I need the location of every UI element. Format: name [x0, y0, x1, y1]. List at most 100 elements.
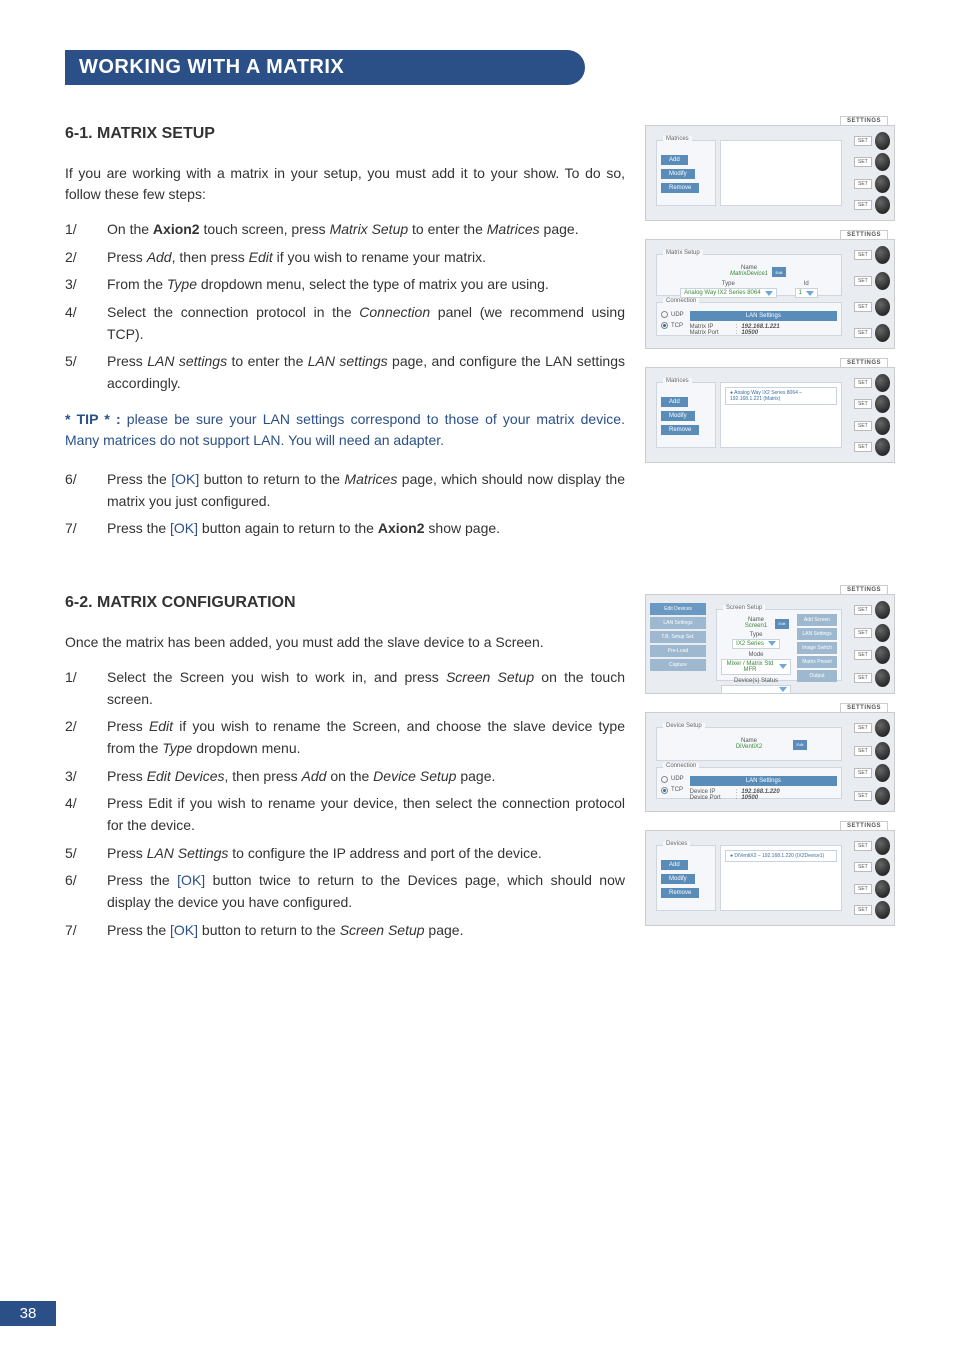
- device-port-value: 10500: [741, 795, 758, 801]
- knob-icon[interactable]: [875, 324, 890, 342]
- edit-icon[interactable]: Edit: [793, 740, 807, 750]
- knob-label[interactable]: SET: [854, 673, 872, 683]
- knob-icon[interactable]: [875, 417, 890, 435]
- settings-tab[interactable]: SETTINGS: [840, 821, 888, 831]
- knob-label[interactable]: SET: [854, 250, 872, 260]
- knob-label[interactable]: SET: [854, 905, 872, 915]
- remove-button[interactable]: Remove: [661, 425, 699, 435]
- knob-icon[interactable]: [875, 742, 890, 760]
- knob-icon[interactable]: [875, 880, 890, 898]
- knob-icon[interactable]: [875, 669, 890, 687]
- knob-icon[interactable]: [875, 646, 890, 664]
- add-button[interactable]: Add: [661, 397, 688, 407]
- knob-label[interactable]: SET: [854, 628, 872, 638]
- knob-label[interactable]: SET: [854, 884, 872, 894]
- modify-button[interactable]: Modify: [661, 169, 695, 179]
- knob-icon[interactable]: [875, 298, 890, 316]
- knob-label[interactable]: SET: [854, 421, 872, 431]
- lan-settings-button[interactable]: LAN Settings: [690, 776, 837, 786]
- knob-label[interactable]: SET: [854, 723, 872, 733]
- panel-title: Connection: [663, 298, 699, 304]
- knob-label[interactable]: SET: [854, 862, 872, 872]
- knob-icon[interactable]: [875, 272, 890, 290]
- tab-edit-devices[interactable]: Edit Devices: [650, 603, 706, 615]
- knob-icon[interactable]: [875, 624, 890, 642]
- remove-button[interactable]: Remove: [661, 888, 699, 898]
- knob-icon[interactable]: [875, 837, 890, 855]
- knob-icon[interactable]: [875, 601, 890, 619]
- knob-icon[interactable]: [875, 153, 890, 171]
- add-button[interactable]: Add: [661, 860, 688, 870]
- knob-label[interactable]: SET: [854, 650, 872, 660]
- knob-icon[interactable]: [875, 787, 890, 805]
- settings-tab[interactable]: SETTINGS: [840, 703, 888, 713]
- knob-label[interactable]: SET: [854, 179, 872, 189]
- knob-label[interactable]: SET: [854, 605, 872, 615]
- tcp-radio[interactable]: TCP: [661, 322, 684, 329]
- knob-icon[interactable]: [875, 764, 890, 782]
- edit-icon[interactable]: Edit: [775, 619, 789, 629]
- knob-label[interactable]: SET: [854, 399, 872, 409]
- list-item[interactable]: ● DiVentiX2 – 192.168.1.220 (IX2Device1): [725, 850, 837, 862]
- panel-title: Matrix Setup: [663, 250, 703, 256]
- step-num: 3/: [65, 274, 107, 296]
- settings-tab[interactable]: SETTINGS: [840, 230, 888, 240]
- mode-dropdown[interactable]: Mixer / Matrix Std MFR: [721, 659, 791, 675]
- knob-icon[interactable]: [875, 901, 890, 919]
- knob-icon[interactable]: [875, 719, 890, 737]
- knob-label[interactable]: SET: [854, 302, 872, 312]
- knob-label[interactable]: SET: [854, 768, 872, 778]
- knob-label[interactable]: SET: [854, 157, 872, 167]
- tab-tb-setup[interactable]: T.B. Setup Set.: [650, 631, 706, 643]
- status-dropdown[interactable]: [721, 685, 791, 694]
- knob-icon[interactable]: [875, 858, 890, 876]
- udp-radio[interactable]: UDP: [661, 776, 684, 783]
- knob-column: SET SET SET SET: [854, 132, 890, 214]
- settings-tab[interactable]: SETTINGS: [840, 585, 888, 595]
- page: WORKING WITH A MATRIX 6-1. MATRIX SETUP …: [0, 0, 954, 1350]
- knob-label[interactable]: SET: [854, 328, 872, 338]
- intro-text: Once the matrix has been added, you must…: [65, 632, 625, 653]
- knob-icon[interactable]: [875, 438, 890, 456]
- settings-tab[interactable]: SETTINGS: [840, 116, 888, 126]
- edit-icon[interactable]: Edit: [772, 267, 786, 277]
- modify-button[interactable]: Modify: [661, 874, 695, 884]
- knob-label[interactable]: SET: [854, 442, 872, 452]
- knob-label[interactable]: SET: [854, 841, 872, 851]
- tab-image-switch[interactable]: Image Switch: [797, 642, 837, 654]
- add-button[interactable]: Add: [661, 155, 688, 165]
- id-dropdown[interactable]: 1: [795, 288, 818, 298]
- panel-title: Connection: [663, 763, 699, 769]
- tcp-radio[interactable]: TCP: [661, 787, 684, 794]
- knob-icon[interactable]: [875, 395, 890, 413]
- screenshot-devices-list: SETTINGS Devices Add Modify Remove ● DiV…: [645, 830, 895, 926]
- knob-label[interactable]: SET: [854, 791, 872, 801]
- tab-add-screen[interactable]: Add Screen: [797, 614, 837, 626]
- knob-icon[interactable]: [875, 246, 890, 264]
- knob-label[interactable]: SET: [854, 378, 872, 388]
- knob-label[interactable]: SET: [854, 200, 872, 210]
- modify-button[interactable]: Modify: [661, 411, 695, 421]
- tab-capture[interactable]: Capture: [650, 659, 706, 671]
- knob-icon[interactable]: [875, 196, 890, 214]
- chevron-down-icon: [779, 664, 787, 669]
- tab-preload[interactable]: Pre-Load: [650, 645, 706, 657]
- udp-radio[interactable]: UDP: [661, 311, 684, 318]
- knob-icon[interactable]: [875, 132, 890, 150]
- lan-settings-button[interactable]: LAN Settings: [690, 311, 837, 321]
- settings-tab[interactable]: SETTINGS: [840, 358, 888, 368]
- tab-lan-settings[interactable]: LAN Settings: [650, 617, 706, 629]
- tab-matrix-preset[interactable]: Matrix Preset: [797, 656, 837, 668]
- tab-lan-settings[interactable]: LAN Settings: [797, 628, 837, 640]
- remove-button[interactable]: Remove: [661, 183, 699, 193]
- type-dropdown[interactable]: Analog Way IX2 Series 8064: [680, 288, 777, 298]
- knob-icon[interactable]: [875, 374, 890, 392]
- type-dropdown[interactable]: IX2 Series: [732, 639, 780, 649]
- knob-label[interactable]: SET: [854, 276, 872, 286]
- knob-label[interactable]: SET: [854, 746, 872, 756]
- list-item[interactable]: ● Analog Way IX2 Series 8064 – 192.168.1…: [725, 387, 837, 405]
- tab-output[interactable]: Output: [797, 670, 837, 682]
- knob-label[interactable]: SET: [854, 136, 872, 146]
- step-num: 2/: [65, 247, 107, 269]
- knob-icon[interactable]: [875, 175, 890, 193]
